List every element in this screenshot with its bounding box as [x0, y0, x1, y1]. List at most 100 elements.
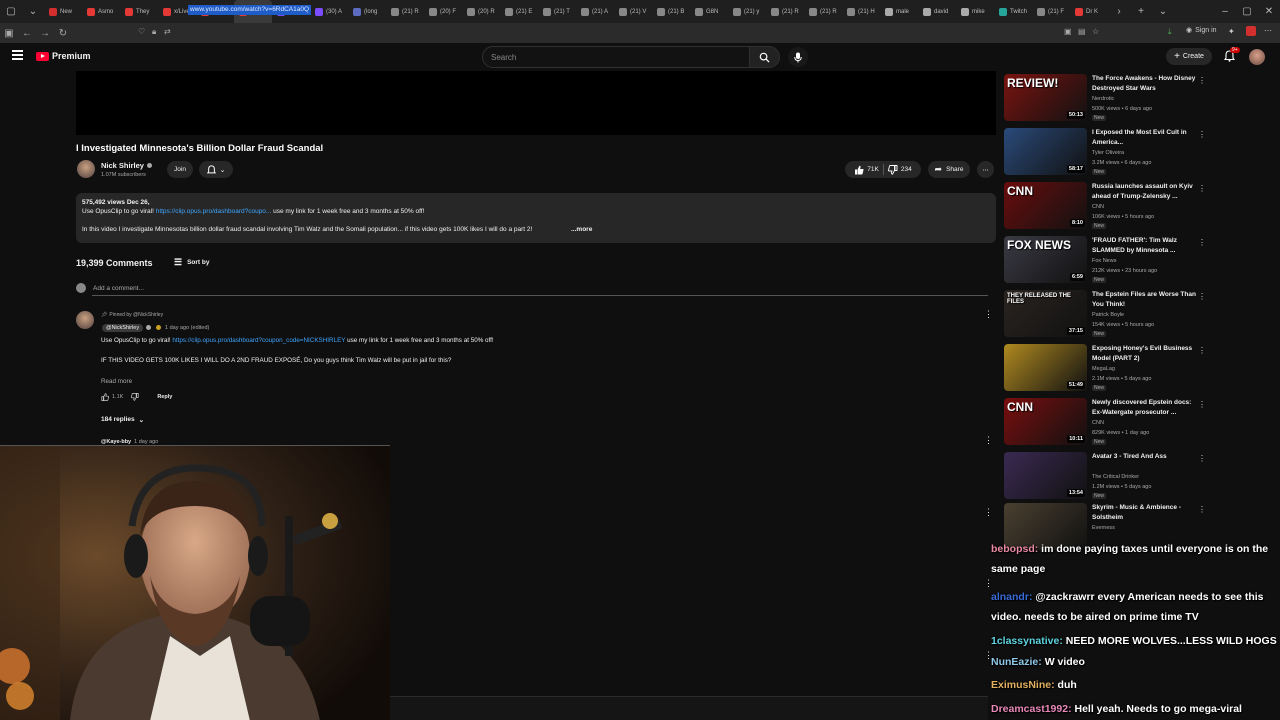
browser-tab[interactable]: (21) y	[728, 0, 766, 23]
tab-search-icon[interactable]: ⌄	[1152, 0, 1174, 23]
extensions-puzzle-icon[interactable]: ✦	[1228, 27, 1235, 36]
show-more-link[interactable]: ...more	[571, 226, 592, 233]
read-more-link[interactable]: Read more	[101, 378, 132, 385]
browser-profile-icon[interactable]	[1246, 26, 1256, 36]
video-thumbnail[interactable]: 58:17	[1004, 128, 1087, 175]
sign-in-button[interactable]: ◉ Sign in	[1186, 26, 1217, 35]
browser-tab[interactable]: (30) A	[310, 0, 348, 23]
video-thumbnail[interactable]: CNN 8:10	[1004, 182, 1087, 229]
comment-menu-icon[interactable]: ⋮	[984, 435, 993, 446]
create-button[interactable]: + Create	[1166, 48, 1212, 65]
search-input[interactable]: Search	[482, 46, 750, 68]
video-thumbnail[interactable]: THEY RELEASED THE FILES 37:15	[1004, 290, 1087, 337]
video-player[interactable]	[76, 71, 996, 135]
recommended-channel-name[interactable]: Patrick Boyle	[1092, 311, 1124, 319]
browser-tab[interactable]: david	[918, 0, 956, 23]
browser-tab[interactable]: (21) F	[1032, 0, 1070, 23]
cast-icon[interactable]: ▤	[1078, 27, 1086, 36]
recommended-channel-name[interactable]: The Critical Drinker	[1092, 473, 1139, 481]
share-button[interactable]: ➦ Share	[928, 161, 970, 178]
recommended-video-title[interactable]: Avatar 3 - Tired And Ass	[1092, 452, 1197, 462]
browser-tab[interactable]: (21) A	[576, 0, 614, 23]
recommended-video[interactable]: 51:49 Exposing Honey's Evil Business Mode…	[1004, 344, 1206, 394]
description-link[interactable]: https://clip.opus.pro/dashboard?coupo...	[156, 208, 272, 215]
recommended-channel-name[interactable]: Nerdrotic	[1092, 95, 1114, 103]
video-thumbnail[interactable]: CNN 10:11	[1004, 398, 1087, 445]
recommended-video[interactable]: 13:54 Avatar 3 - Tired And Ass The Critica…	[1004, 452, 1206, 502]
video-menu-icon[interactable]: ⋮	[1198, 400, 1206, 409]
tab-scroll-right-icon[interactable]: ›	[1108, 0, 1130, 23]
sidebar-toggle-icon[interactable]: ▣	[0, 28, 18, 39]
minimize-icon[interactable]: –	[1214, 0, 1236, 23]
browser-tab[interactable]: New	[44, 0, 82, 23]
recommended-video-title[interactable]: Exposing Honey's Evil Business Model (PA…	[1092, 344, 1197, 364]
comment-menu-icon[interactable]: ⋮	[984, 309, 993, 320]
channel-name-link[interactable]: Nick Shirley	[101, 161, 152, 170]
comment-author-chip[interactable]: @NickShirley	[102, 324, 144, 332]
recommended-video-title[interactable]: Newly discovered Epstein docs: Ex-Waterg…	[1092, 398, 1197, 418]
reload-icon[interactable]: ↻	[54, 28, 72, 39]
video-menu-icon[interactable]: ⋮	[1198, 454, 1206, 463]
lock-icon[interactable]: 🔒︎	[152, 27, 156, 37]
browser-tab[interactable]: (20) R	[462, 0, 500, 23]
browser-tab[interactable]: Asmo	[82, 0, 120, 23]
recommended-video-title[interactable]: The Epstein Files are Worse Than You Thi…	[1092, 290, 1197, 310]
search-button[interactable]	[750, 46, 780, 68]
video-menu-icon[interactable]: ⋮	[1198, 238, 1206, 247]
join-button[interactable]: Join	[167, 161, 193, 178]
browser-tab[interactable]: (21) R	[766, 0, 804, 23]
video-thumbnail[interactable]: REVIEW! 50:13	[1004, 74, 1087, 121]
recommended-video-title[interactable]: The Force Awakens - How Disney Destroyed…	[1092, 74, 1197, 94]
tab-list-icon[interactable]: ⌄	[22, 0, 44, 23]
reply-button[interactable]: Reply	[157, 394, 172, 400]
recommended-video-title[interactable]: I Exposed the Most Evil Cult in America.…	[1092, 128, 1197, 148]
recommended-video-title[interactable]: 'FRAUD FATHER': Tim Walz SLAMMED by Minn…	[1092, 236, 1197, 256]
recommended-video-title[interactable]: Skyrim - Music & Ambience - Solstheim	[1092, 503, 1197, 523]
browser-tab[interactable]: (21) B	[652, 0, 690, 23]
like-button[interactable]: 71K	[854, 165, 879, 175]
video-thumbnail[interactable]: 51:49	[1004, 344, 1087, 391]
back-icon[interactable]: ←	[18, 28, 36, 39]
comment-link[interactable]: https://clip.opus.pro/dashboard?coupon_c…	[172, 337, 345, 344]
youtube-premium-logo[interactable]: Premium	[36, 51, 91, 61]
video-thumbnail[interactable]: 13:54	[1004, 452, 1087, 499]
browser-tab[interactable]: (21) T	[538, 0, 576, 23]
new-tab-button[interactable]: +	[1130, 0, 1152, 23]
sort-by-button[interactable]: ☰ Sort by	[174, 257, 209, 268]
hamburger-menu-icon[interactable]	[12, 50, 23, 60]
avatar[interactable]	[1249, 49, 1265, 65]
comment-avatar[interactable]	[76, 311, 94, 329]
video-thumbnail[interactable]: FOX NEWS 6:59	[1004, 236, 1087, 283]
forward-icon[interactable]: →	[36, 28, 54, 39]
comment-dislike-button[interactable]	[131, 393, 139, 401]
browser-tab[interactable]: Dr K	[1070, 0, 1108, 23]
video-menu-icon[interactable]: ⋮	[1198, 184, 1206, 193]
recommended-video-title[interactable]: Russia launches assault on Kyiv ahead of…	[1092, 182, 1197, 202]
download-icon[interactable]: ⤓	[1168, 27, 1172, 37]
recommended-video[interactable]: 58:17 I Exposed the Most Evil Cult in Ame…	[1004, 128, 1206, 178]
browser-tab[interactable]: (21) R	[804, 0, 842, 23]
more-actions-button[interactable]: ⋯	[977, 161, 994, 178]
video-menu-icon[interactable]: ⋮	[1198, 505, 1206, 514]
video-description[interactable]: 575,492 views Dec 26, Use OpusClip to go…	[76, 193, 996, 243]
recommended-channel-name[interactable]: CNN	[1092, 203, 1104, 211]
browser-tab[interactable]: (21) H	[842, 0, 880, 23]
view-replies-button[interactable]: 184 replies ⌄	[101, 416, 144, 424]
browser-tab[interactable]: (21) E	[500, 0, 538, 23]
recommended-channel-name[interactable]: MegaLag	[1092, 365, 1115, 373]
video-menu-icon[interactable]: ⋮	[1198, 292, 1206, 301]
browser-tab[interactable]: (21) R	[386, 0, 424, 23]
dislike-button[interactable]: 234	[887, 164, 912, 175]
site-info-icon[interactable]: ♡	[138, 27, 145, 36]
recommended-channel-name[interactable]: Tyler Oliveira	[1092, 149, 1124, 157]
bookmark-star-icon[interactable]: ☆	[1092, 27, 1099, 36]
voice-search-button[interactable]	[788, 47, 808, 67]
tune-icon[interactable]: ⇄	[164, 27, 171, 36]
browser-tab[interactable]: G8N	[690, 0, 728, 23]
recommended-video[interactable]: THEY RELEASED THE FILES 37:15 The Epstein …	[1004, 290, 1206, 340]
video-menu-icon[interactable]: ⋮	[1198, 346, 1206, 355]
add-comment-input[interactable]: Add a comment...	[93, 285, 144, 292]
tab-actions-icon[interactable]: ▢	[0, 0, 22, 23]
recommended-channel-name[interactable]: Everness	[1092, 524, 1115, 532]
browser-tab[interactable]: They	[120, 0, 158, 23]
